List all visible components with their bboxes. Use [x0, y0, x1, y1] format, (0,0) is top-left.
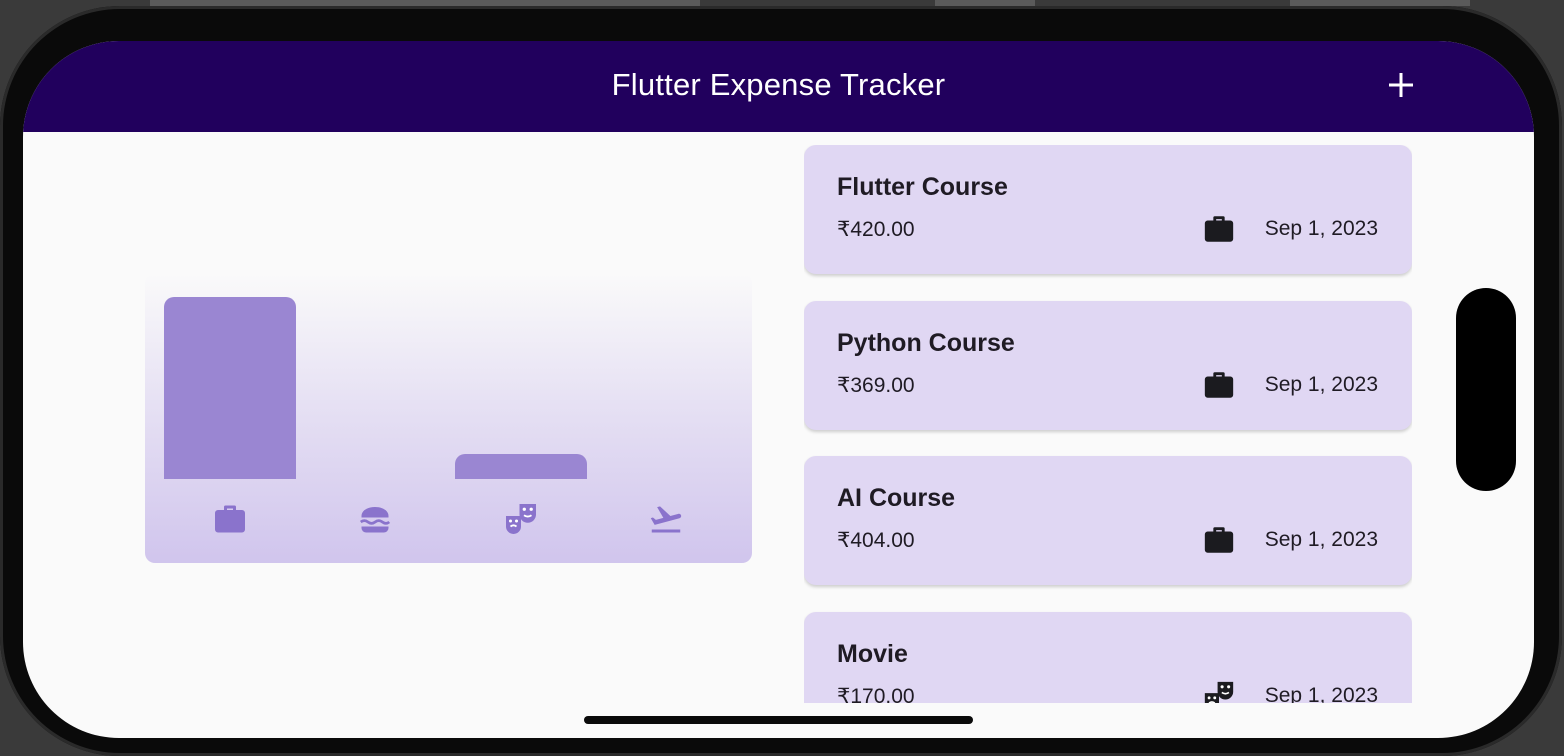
expense-card[interactable]: Movie ₹170.00 Sep 1, 2023	[804, 611, 1412, 704]
app-title: Flutter Expense Tracker	[611, 67, 946, 102]
expense-date: Sep 1, 2023	[1264, 528, 1378, 551]
briefcase-icon	[1202, 212, 1236, 246]
chart-bar-fill	[455, 453, 587, 479]
expense-date: Sep 1, 2023	[1264, 683, 1378, 704]
expense-title: Python Course	[837, 328, 1015, 357]
expense-title: AI Course	[837, 484, 956, 512]
chart-bar-fill	[164, 297, 296, 479]
plus-icon	[1389, 73, 1413, 97]
expense-card[interactable]: AI Course ₹404.00 Sep 1, 2023	[804, 456, 1412, 585]
chart-bar-leisure	[455, 297, 587, 479]
expense-card[interactable]: Flutter Course ₹420.00 Sep 1, 2023	[804, 145, 1412, 274]
chart-bar-work	[164, 297, 296, 479]
expense-card[interactable]: Python Course ₹369.00 Sep 1, 2023	[804, 300, 1412, 430]
camera-notch	[1456, 288, 1516, 491]
expense-date: Sep 1, 2023	[1264, 217, 1378, 240]
briefcase-icon	[1202, 368, 1236, 402]
briefcase-icon	[1202, 523, 1236, 557]
theater-masks-icon	[503, 501, 539, 537]
expense-amount: ₹404.00	[837, 529, 915, 552]
briefcase-icon	[212, 501, 248, 537]
expense-date: Sep 1, 2023	[1264, 372, 1378, 396]
chart-bar-travel	[600, 297, 732, 479]
theater-masks-icon	[1202, 679, 1236, 703]
expense-amount: ₹420.00	[837, 218, 915, 241]
expense-amount: ₹369.00	[837, 373, 915, 397]
expense-amount: ₹170.00	[837, 684, 915, 704]
device-frame: Flutter Expense Tracker Flutter Course ₹4…	[0, 6, 1562, 756]
app-screen: Flutter Expense Tracker Flutter Course ₹4…	[23, 41, 1534, 738]
chart-bar-food	[309, 297, 441, 479]
expense-list[interactable]: Flutter Course ₹420.00 Sep 1, 2023 Python C…	[804, 145, 1412, 703]
expense-title: Flutter Course	[837, 173, 1008, 201]
add-expense-button[interactable]	[1381, 61, 1421, 109]
app-bar: Flutter Expense Tracker	[23, 41, 1534, 132]
home-indicator	[584, 716, 973, 724]
burger-icon	[357, 501, 393, 537]
expense-title: Movie	[837, 639, 908, 668]
flight-takeoff-icon	[648, 501, 684, 537]
expense-chart	[145, 273, 752, 563]
